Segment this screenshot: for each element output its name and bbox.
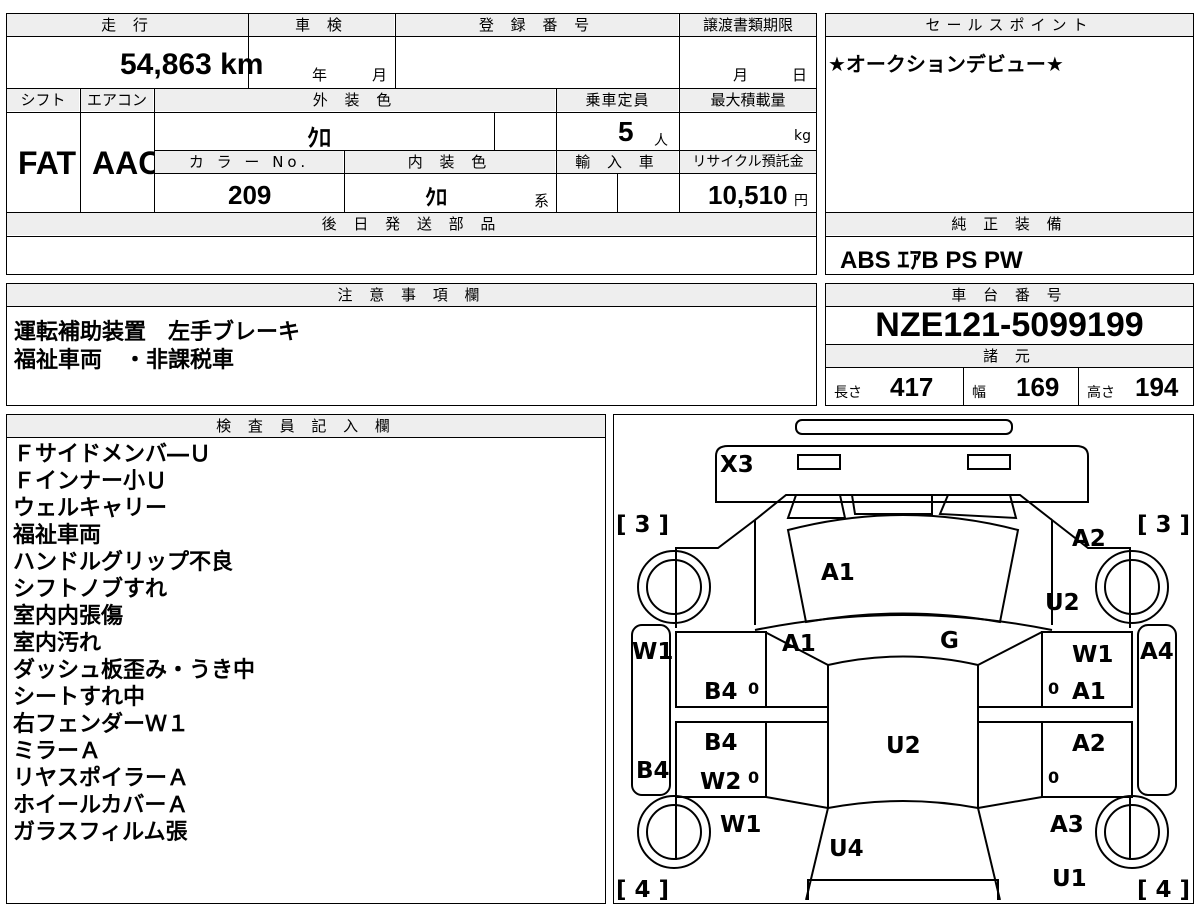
mark-a4: A4 [1140, 639, 1174, 665]
mark-w1-lower: W1 [720, 812, 761, 838]
mark-a2-right: A2 [1072, 731, 1106, 757]
mark-u2-right: U2 [1045, 590, 1080, 616]
inspector-line: シートすれ中 [13, 685, 146, 710]
capacity-value: 5 [618, 116, 634, 147]
ac-header: エアコン [81, 89, 153, 111]
notes-header: 注 意 事 項 欄 [7, 284, 816, 306]
mark-a1-center: A1 [782, 631, 816, 657]
length-value: 417 [890, 372, 934, 402]
inspector-line: 右フェンダーＷ１ [13, 712, 190, 737]
chassis-number: NZE121-5099199 [875, 306, 1144, 344]
inspector-line: ガラスフィルム張 [13, 820, 188, 845]
width-label: 幅 [972, 385, 986, 401]
int-color-suffix: 系 [534, 192, 550, 210]
mark-u2-center: U2 [886, 733, 921, 759]
inspector-line: 室内汚れ [13, 631, 102, 656]
mark-w2: W2 [700, 769, 741, 795]
int-color-header: 内 装 色 [345, 151, 555, 173]
chassis-header: 車 台 番 号 [826, 284, 1193, 306]
recycle-header: リサイクル預託金 [680, 151, 816, 173]
mileage-header: 走 行 [7, 14, 248, 36]
shaken-year: 年 [312, 66, 328, 84]
inspector-line: シフトノブすれ [13, 577, 168, 602]
ext-color-value: ｸﾛ [307, 124, 331, 152]
registration-header: 登 録 番 号 [396, 14, 678, 36]
transfer-month: 月 [733, 66, 749, 84]
inspector-line: 福祉車両 [13, 523, 102, 548]
recycle-unit: 円 [794, 193, 808, 209]
color-no-value: 209 [228, 180, 272, 210]
inspector-line: Ｆインナー小Ｕ [13, 469, 168, 494]
inspector-line: 室内内張傷 [13, 604, 124, 629]
mark-a2-top: A2 [1072, 526, 1106, 552]
mark-b4-left-mid: B4 [704, 730, 738, 756]
inspector-line: ミラーＡ [13, 739, 102, 764]
inspector-line: リヤスポイラーＡ [13, 766, 190, 791]
mark-bl: [ 4 ] [616, 877, 669, 900]
equipment-header: 純 正 装 備 [826, 213, 1193, 235]
inspector-line: ハンドルグリップ不良 [13, 550, 234, 575]
import-header: 輸 入 車 [557, 151, 678, 173]
capacity-unit: 人 [654, 133, 668, 149]
inspector-lines: Ｆサイドメンバ―Ｕ Ｆインナー小Ｕ ウェルキャリー 福祉車両 ハンドルグリップ不… [13, 441, 603, 846]
transfer-header: 譲渡書類期限 [680, 14, 816, 36]
capacity-header: 乗車定員 [557, 89, 678, 111]
inspector-header: 検 査 員 記 入 欄 [7, 415, 605, 437]
inspector-line: ダッシュ板歪み・うき中 [13, 658, 256, 683]
shift-value: FAT [18, 145, 77, 181]
mark-b4-far-left: B4 [636, 758, 670, 784]
inspector-line: ウェルキャリー [13, 496, 168, 521]
later-parts-header: 後 日 発 送 部 品 [7, 213, 816, 235]
mark-u1: U1 [1052, 866, 1087, 892]
mark-zero-3: 0 [748, 768, 759, 787]
mark-a1-right: A1 [1072, 679, 1106, 705]
mark-b4-left-top: B4 [704, 679, 738, 705]
color-no-header: カ ラ ー No. [155, 151, 343, 173]
length-label: 長さ [834, 385, 862, 401]
mark-x3: X3 [720, 452, 754, 478]
mark-zero-4: 0 [1048, 768, 1059, 787]
sales-point-text: ★オークションデビュー★ [828, 52, 1064, 76]
maxload-unit: kg [794, 128, 811, 144]
mark-br: [ 4 ] [1137, 877, 1190, 900]
mark-tl: [ 3 ] [616, 512, 669, 538]
sales-point-box [825, 13, 1194, 213]
int-color-value: ｸﾛ [425, 186, 448, 211]
sales-point-header: セールスポイント [826, 14, 1193, 36]
recycle-value: 10,510 [708, 180, 788, 210]
height-label: 高さ [1087, 385, 1115, 401]
shaken-header: 車 検 [249, 14, 394, 36]
mark-g: G [940, 628, 959, 654]
mark-u4: U4 [829, 836, 864, 862]
ext-color-header: 外 装 色 [155, 89, 555, 111]
mark-a3: A3 [1050, 812, 1084, 838]
height-value: 194 [1135, 372, 1179, 402]
transfer-day: 日 [792, 66, 808, 84]
notes-line-2: 福祉車両 ・非課税車 [14, 348, 235, 373]
inspector-line: ホイールカバーＡ [13, 793, 189, 818]
maxload-header: 最大積載量 [680, 89, 816, 111]
width-value: 169 [1016, 372, 1060, 402]
shaken-month: 月 [372, 66, 388, 84]
mark-a1-hood: A1 [821, 560, 855, 586]
shift-header: シフト [7, 89, 79, 111]
mark-tr: [ 3 ] [1137, 512, 1190, 538]
mileage-value: 54,863 km [120, 48, 264, 81]
mark-w1-right: W1 [1072, 642, 1113, 668]
ac-value: AAC [92, 145, 162, 181]
car-diagram: X3 [ 3 ] [ 3 ] A2 A1 U2 A1 G W1 W1 A4 B4… [616, 419, 1190, 900]
equipment-value: ABS ｴｱB PS PW [840, 247, 1023, 274]
inspector-line: Ｆサイドメンバ―Ｕ [13, 442, 212, 467]
mark-zero-1: 0 [748, 679, 759, 698]
mark-zero-2: 0 [1048, 679, 1059, 698]
mark-w1-left: W1 [632, 639, 673, 665]
spec-header: 諸 元 [826, 345, 1193, 367]
